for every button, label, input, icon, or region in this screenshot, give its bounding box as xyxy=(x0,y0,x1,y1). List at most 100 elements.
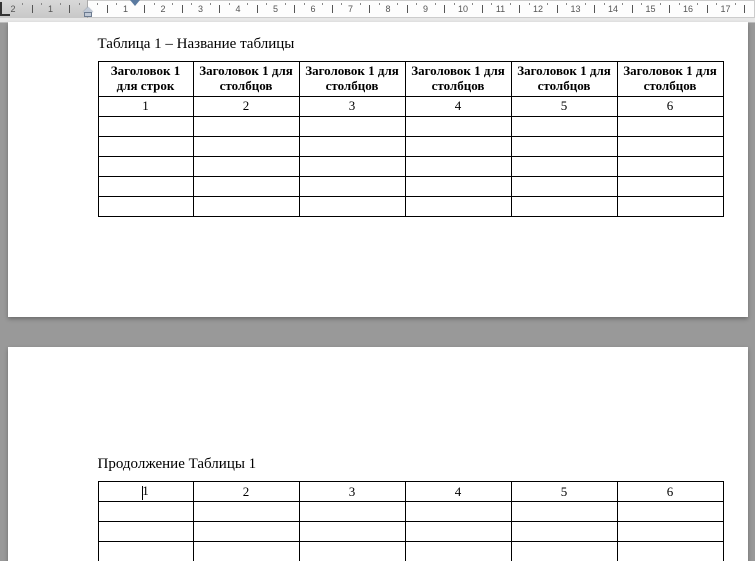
table-cell[interactable] xyxy=(193,176,299,196)
horizontal-ruler[interactable]: 211234567891011121314151617 xyxy=(0,0,755,23)
table-header-cell[interactable]: Заголовок 1 для столбцов xyxy=(405,62,511,97)
table-cell[interactable] xyxy=(299,502,405,522)
table-cell[interactable] xyxy=(299,196,405,216)
table-cell[interactable] xyxy=(193,522,299,542)
ruler-number: 15 xyxy=(645,4,655,14)
table-number-row[interactable]: 123456 xyxy=(98,482,723,502)
table-cell[interactable] xyxy=(511,156,617,176)
table-1-continuation-caption[interactable]: Продолжение Таблицы 1 xyxy=(98,456,728,473)
table-cell[interactable] xyxy=(299,522,405,542)
table-cell[interactable] xyxy=(405,502,511,522)
page-2[interactable]: Продолжение Таблицы 1 123456 xyxy=(8,347,748,561)
table-cell[interactable]: 2 xyxy=(193,482,299,502)
table-cell[interactable] xyxy=(193,156,299,176)
table-cell[interactable] xyxy=(405,136,511,156)
table-cell[interactable] xyxy=(511,522,617,542)
table-cell[interactable] xyxy=(405,116,511,136)
table-cell[interactable]: 5 xyxy=(511,96,617,116)
table-header-cell[interactable]: Заголовок 1 для строк xyxy=(98,62,193,97)
table-cell[interactable] xyxy=(98,176,193,196)
page-1[interactable]: Таблица 1 – Название таблицы Заголовок 1… xyxy=(8,22,748,317)
table-cell[interactable] xyxy=(405,196,511,216)
table-cell[interactable]: 5 xyxy=(511,482,617,502)
ruler-tick-quarter xyxy=(191,3,192,5)
table-cell[interactable] xyxy=(299,136,405,156)
table-row[interactable] xyxy=(98,136,723,156)
table-cell[interactable]: 2 xyxy=(193,96,299,116)
table-cell[interactable] xyxy=(299,116,405,136)
table-cell[interactable] xyxy=(193,502,299,522)
table-1-continuation-body[interactable]: 123456 xyxy=(98,482,723,561)
table-cell[interactable] xyxy=(617,196,723,216)
table-header-cell[interactable]: Заголовок 1 для столбцов xyxy=(511,62,617,97)
table-1[interactable]: Заголовок 1 для строк Заголовок 1 для ст… xyxy=(98,61,724,217)
table-cell[interactable] xyxy=(511,196,617,216)
table-cell[interactable] xyxy=(98,522,193,542)
ruler-tick-quarter xyxy=(397,3,398,5)
table-1-caption[interactable]: Таблица 1 – Название таблицы xyxy=(98,36,728,53)
left-indent-marker-icon[interactable] xyxy=(84,12,92,17)
table-row[interactable] xyxy=(98,176,723,196)
ruler-tick-half xyxy=(669,5,670,13)
table-cell[interactable] xyxy=(405,522,511,542)
table-cell[interactable] xyxy=(617,502,723,522)
table-cell[interactable]: 4 xyxy=(405,482,511,502)
table-cell[interactable] xyxy=(617,156,723,176)
table-row[interactable] xyxy=(98,196,723,216)
table-cell[interactable] xyxy=(299,176,405,196)
table-number-row[interactable]: 123456 xyxy=(98,96,723,116)
ruler-tick-half xyxy=(744,5,745,13)
table-cell[interactable] xyxy=(98,196,193,216)
table-cell[interactable] xyxy=(98,156,193,176)
table-row[interactable] xyxy=(98,542,723,561)
table-cell[interactable] xyxy=(193,196,299,216)
page-1-content[interactable]: Таблица 1 – Название таблицы Заголовок 1… xyxy=(8,22,748,217)
table-cell[interactable]: 4 xyxy=(405,96,511,116)
table-cell[interactable] xyxy=(405,542,511,561)
table-header-cell[interactable]: Заголовок 1 для столбцов xyxy=(617,62,723,97)
table-cell[interactable] xyxy=(98,136,193,156)
table-cell[interactable] xyxy=(617,542,723,561)
table-1-body[interactable]: 123456 xyxy=(98,96,723,216)
table-cell[interactable]: 3 xyxy=(299,96,405,116)
table-cell[interactable]: 1 xyxy=(98,96,193,116)
table-cell[interactable] xyxy=(511,542,617,561)
table-cell[interactable] xyxy=(299,542,405,561)
table-cell[interactable] xyxy=(617,136,723,156)
table-cell[interactable] xyxy=(405,156,511,176)
table-cell[interactable] xyxy=(98,502,193,522)
first-line-indent-marker-icon[interactable] xyxy=(130,0,140,6)
ruler-tick-quarter xyxy=(697,3,698,5)
table-row[interactable] xyxy=(98,522,723,542)
ruler-tick-half xyxy=(332,5,333,13)
table-cell[interactable] xyxy=(193,136,299,156)
table-cell[interactable] xyxy=(617,116,723,136)
table-row[interactable] xyxy=(98,116,723,136)
table-header-cell[interactable]: Заголовок 1 для столбцов xyxy=(193,62,299,97)
table-1-header-row[interactable]: Заголовок 1 для строк Заголовок 1 для ст… xyxy=(98,62,723,97)
table-cell[interactable] xyxy=(617,176,723,196)
table-1-continuation[interactable]: 123456 xyxy=(98,481,724,561)
table-header-cell[interactable]: Заголовок 1 для столбцов xyxy=(299,62,405,97)
table-cell[interactable] xyxy=(98,116,193,136)
page-2-content[interactable]: Продолжение Таблицы 1 123456 xyxy=(8,442,748,561)
table-cell[interactable]: 1 xyxy=(98,482,193,502)
table-cell[interactable] xyxy=(511,136,617,156)
table-cell[interactable] xyxy=(193,542,299,561)
table-cell[interactable] xyxy=(98,542,193,561)
table-cell[interactable] xyxy=(511,502,617,522)
table-cell[interactable]: 6 xyxy=(617,482,723,502)
table-row[interactable] xyxy=(98,502,723,522)
table-cell[interactable] xyxy=(617,522,723,542)
table-row[interactable] xyxy=(98,156,723,176)
table-cell[interactable] xyxy=(193,116,299,136)
ruler-tick-quarter xyxy=(529,3,530,5)
table-cell[interactable] xyxy=(511,176,617,196)
ruler-number: 9 xyxy=(423,4,428,14)
table-cell[interactable] xyxy=(299,156,405,176)
table-cell[interactable]: 6 xyxy=(617,96,723,116)
table-cell[interactable] xyxy=(405,176,511,196)
table-cell[interactable] xyxy=(511,116,617,136)
table-cell[interactable]: 3 xyxy=(299,482,405,502)
tab-stop-selector-icon[interactable] xyxy=(0,2,10,16)
